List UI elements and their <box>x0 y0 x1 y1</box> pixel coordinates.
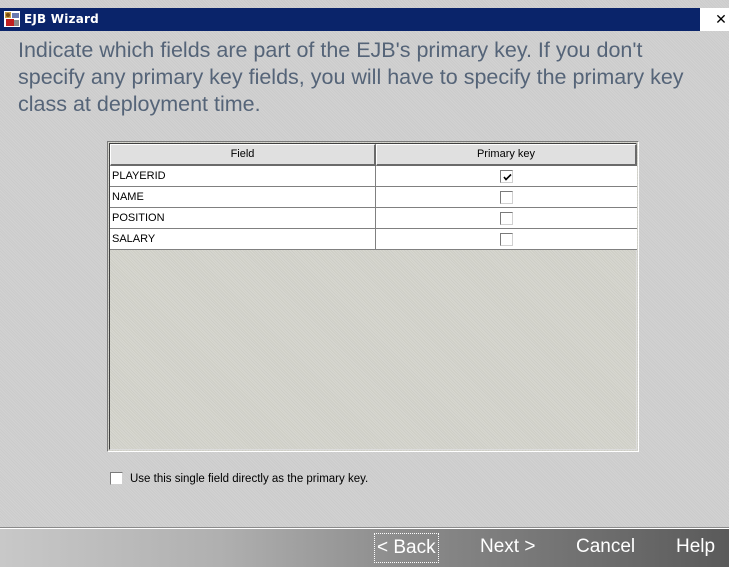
table-header: Field Primary key <box>110 144 637 166</box>
primary-key-checkbox[interactable] <box>500 169 513 183</box>
table-row[interactable]: POSITION <box>110 208 637 229</box>
table-row[interactable]: NAME <box>110 187 637 208</box>
primary-key-cell[interactable] <box>376 166 637 187</box>
primary-key-table: Field Primary key PLAYERID NAME POSITION… <box>107 141 639 452</box>
title-bar-fill <box>0 8 700 31</box>
primary-key-cell[interactable] <box>376 187 637 208</box>
instructions-text: Indicate which fields are part of the EJ… <box>18 37 729 118</box>
help-button[interactable]: Help <box>674 533 717 563</box>
table-row[interactable]: SALARY <box>110 229 637 250</box>
column-header-primary-key[interactable]: Primary key <box>376 144 637 166</box>
primary-key-checkbox[interactable] <box>500 190 513 204</box>
instructions-line-2: specify any primary key fields, you will… <box>18 65 684 89</box>
next-button[interactable]: Next > <box>478 533 537 563</box>
field-name-cell[interactable]: POSITION <box>110 208 376 229</box>
column-header-field[interactable]: Field <box>110 144 376 166</box>
app-icon <box>4 11 20 27</box>
cancel-button[interactable]: Cancel <box>574 533 637 563</box>
instructions-line-1: Indicate which fields are part of the EJ… <box>18 38 643 62</box>
single-field-checkbox[interactable] <box>110 472 123 485</box>
checkmark-icon <box>503 173 512 181</box>
table-row[interactable]: PLAYERID <box>110 166 637 187</box>
single-field-label: Use this single field directly as the pr… <box>130 472 369 485</box>
primary-key-checkbox[interactable] <box>500 232 513 246</box>
close-icon[interactable]: ✕ <box>713 11 729 29</box>
single-field-option[interactable]: Use this single field directly as the pr… <box>110 472 368 485</box>
back-button[interactable]: < Back <box>374 533 439 563</box>
primary-key-cell[interactable] <box>376 208 637 229</box>
primary-key-cell[interactable] <box>376 229 637 250</box>
ejb-wizard-window: EJB Wizard ✕ Indicate which fields are p… <box>0 0 729 567</box>
window-title: EJB Wizard <box>24 12 99 26</box>
field-name-cell[interactable]: NAME <box>110 187 376 208</box>
instructions-line-3: class at deployment time. <box>18 92 261 116</box>
title-bar: EJB Wizard <box>0 8 729 31</box>
primary-key-checkbox[interactable] <box>500 211 513 225</box>
field-name-cell[interactable]: SALARY <box>110 229 376 250</box>
field-name-cell[interactable]: PLAYERID <box>110 166 376 187</box>
table-body: PLAYERID NAME POSITION SALARY <box>110 166 637 250</box>
